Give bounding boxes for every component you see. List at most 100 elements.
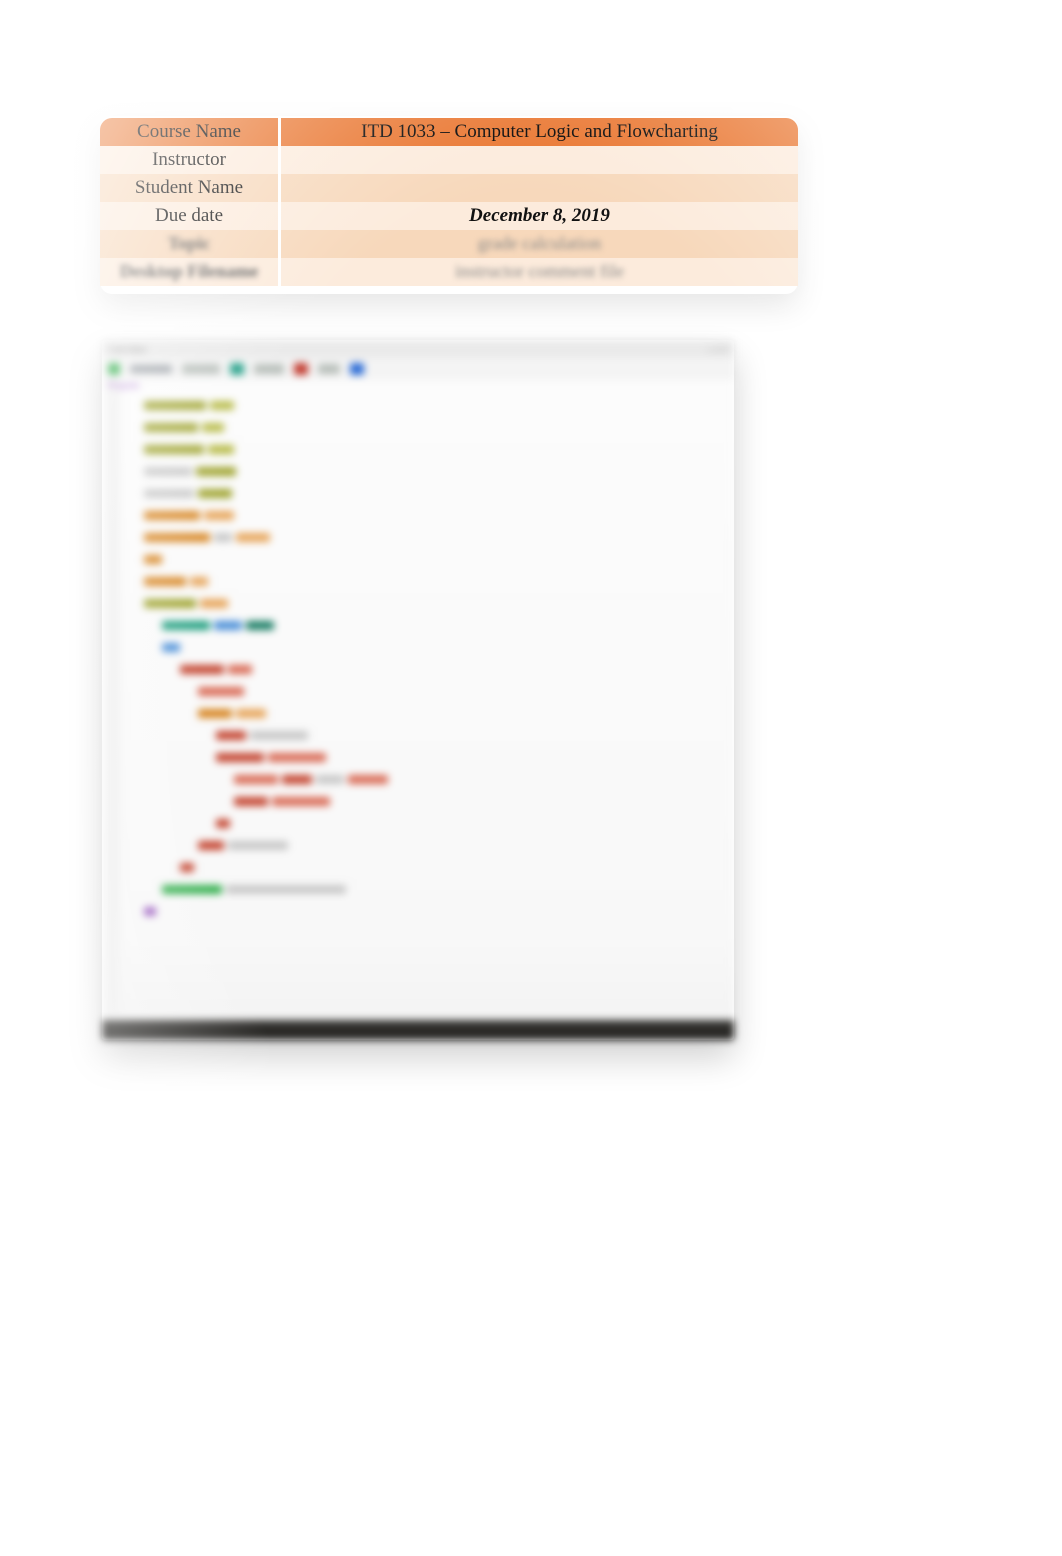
value-student-name xyxy=(281,174,798,202)
value-due-date: December 8, 2019 xyxy=(281,202,798,230)
code-token xyxy=(228,665,252,674)
code-line xyxy=(126,616,724,638)
code-token xyxy=(234,797,268,806)
code-line xyxy=(126,704,724,726)
label-due-date: Due date xyxy=(100,202,281,230)
code-token xyxy=(144,489,194,498)
label-instructor: Instructor xyxy=(100,146,281,174)
code-token xyxy=(214,533,232,542)
value-topic: grade calculation xyxy=(281,230,798,258)
ide-toolbar xyxy=(102,358,734,380)
code-token xyxy=(282,775,312,784)
code-line xyxy=(126,594,724,616)
code-line xyxy=(126,572,724,594)
code-line xyxy=(126,814,724,836)
ide-gutter xyxy=(106,380,120,1016)
toolbar-label xyxy=(130,365,172,373)
code-token xyxy=(200,599,228,608)
code-token xyxy=(234,775,278,784)
code-line xyxy=(126,462,724,484)
ide-tab-label: Program xyxy=(108,380,139,390)
ide-body: Code Editor — □ × Program xyxy=(102,340,734,1040)
code-token xyxy=(316,775,344,784)
code-token xyxy=(198,841,224,850)
code-token xyxy=(144,533,210,542)
code-token xyxy=(162,643,180,652)
code-token xyxy=(144,907,156,916)
table-row: Student Name xyxy=(100,174,798,202)
code-token xyxy=(144,555,162,564)
value-course-name: ITD 1033 – Computer Logic and Flowcharti… xyxy=(281,118,798,146)
ide-title-left: Code Editor xyxy=(108,345,147,354)
code-line xyxy=(126,836,724,858)
table-row: Topic grade calculation xyxy=(100,230,798,258)
code-token xyxy=(204,511,234,520)
code-token xyxy=(198,489,232,498)
code-token xyxy=(144,445,204,454)
value-filename-text: instructor comment file xyxy=(455,261,624,282)
label-filename-text: Desktop Filename xyxy=(120,261,259,282)
ide-statusbar xyxy=(102,1020,734,1040)
code-token xyxy=(236,709,266,718)
code-line xyxy=(126,748,724,770)
code-line xyxy=(126,418,724,440)
code-line xyxy=(126,506,724,528)
code-token xyxy=(216,819,230,828)
code-token xyxy=(162,885,222,894)
code-token xyxy=(180,863,194,872)
code-token xyxy=(198,687,244,696)
label-topic: Topic xyxy=(100,230,281,258)
value-filename: instructor comment file xyxy=(281,258,798,286)
code-token xyxy=(144,467,192,476)
label-topic-text: Topic xyxy=(168,233,210,254)
code-token xyxy=(228,841,288,850)
label-course-name: Course Name xyxy=(100,118,281,146)
table-row: Desktop Filename instructor comment file xyxy=(100,258,798,286)
value-topic-text: grade calculation xyxy=(478,233,601,254)
label-student-name: Student Name xyxy=(100,174,281,202)
code-token xyxy=(226,885,346,894)
label-filename: Desktop Filename xyxy=(100,258,281,286)
code-line xyxy=(126,770,724,792)
code-token xyxy=(190,577,208,586)
code-line xyxy=(126,528,724,550)
toolbar-icon xyxy=(230,363,244,375)
code-token xyxy=(144,577,186,586)
code-line xyxy=(126,682,724,704)
code-token xyxy=(216,731,246,740)
code-token xyxy=(236,533,270,542)
code-token xyxy=(216,753,264,762)
code-line xyxy=(126,792,724,814)
stop-icon xyxy=(294,363,308,375)
toolbar-item xyxy=(182,364,220,374)
code-token xyxy=(196,467,236,476)
code-token xyxy=(348,775,388,784)
table-row: Course Name ITD 1033 – Computer Logic an… xyxy=(100,118,798,146)
code-line xyxy=(126,396,724,418)
table-row: Instructor xyxy=(100,146,798,174)
code-token xyxy=(268,753,326,762)
ide-title-right: — □ × xyxy=(707,345,728,354)
code-token xyxy=(144,599,196,608)
code-token xyxy=(272,797,330,806)
run-icon xyxy=(108,363,120,375)
code-token xyxy=(214,621,242,630)
code-token xyxy=(144,511,200,520)
code-token xyxy=(210,401,234,410)
code-token xyxy=(162,621,210,630)
due-date-text: December 8, 2019 xyxy=(469,205,610,226)
course-info-table: Course Name ITD 1033 – Computer Logic an… xyxy=(100,118,798,286)
code-area xyxy=(126,396,724,1016)
toolbar-icon xyxy=(350,363,364,375)
code-token xyxy=(144,401,206,410)
code-line xyxy=(126,902,724,924)
table-row: Due date December 8, 2019 xyxy=(100,202,798,230)
toolbar-item xyxy=(318,364,340,374)
code-line xyxy=(126,440,724,462)
code-token xyxy=(246,621,274,630)
ide-screenshot: Code Editor — □ × Program xyxy=(102,340,734,1040)
code-token xyxy=(202,423,224,432)
toolbar-item xyxy=(254,364,284,374)
code-token xyxy=(250,731,308,740)
code-line xyxy=(126,484,724,506)
